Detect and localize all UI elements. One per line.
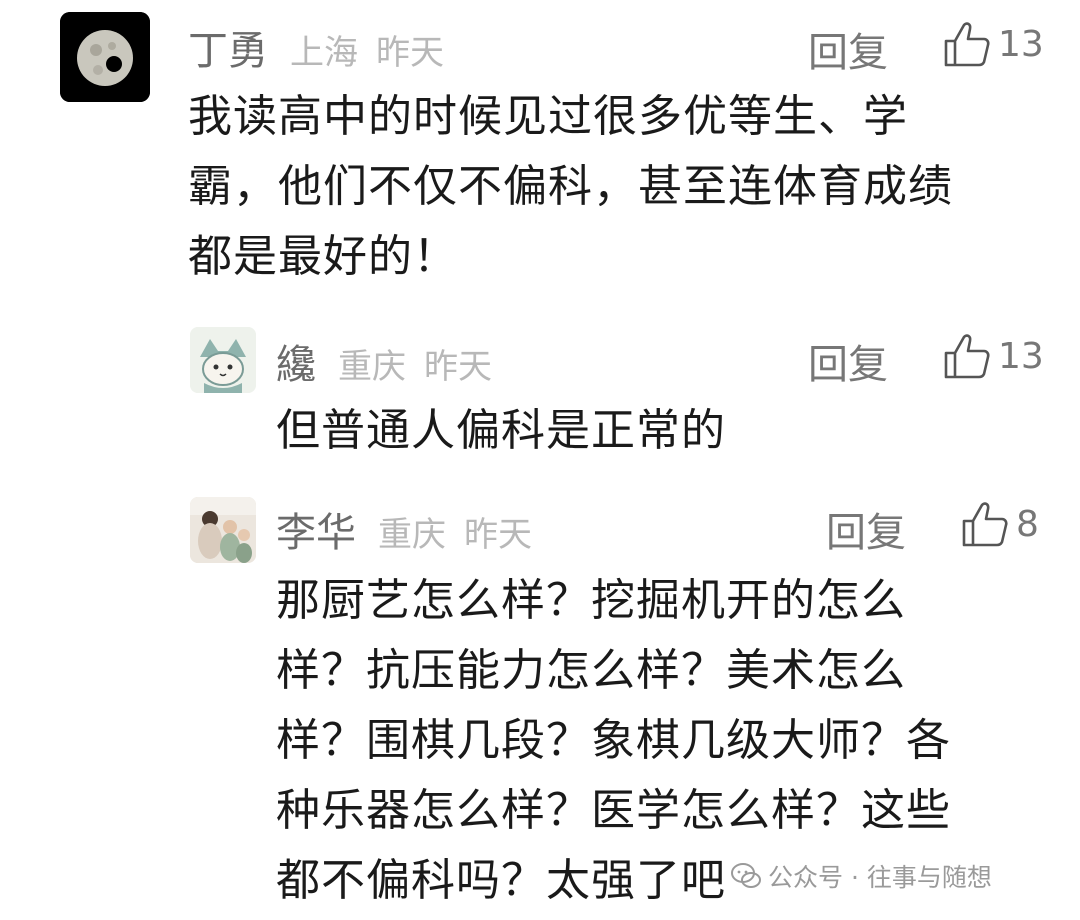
location-label: 重庆 [378,515,446,555]
thumbs-up-icon [944,22,990,67]
thumbs-up-icon [944,334,990,379]
content-line: 但普通人偏科是正常的 [276,405,726,456]
like-button[interactable]: 13 [942,326,1044,386]
time-label: 昨天 [424,347,492,387]
watermark-text: 公众号 · 往事与随想 [768,863,992,892]
comment-2-content: 但普通人偏科是正常的 [276,396,726,466]
avatar-lihua[interactable] [190,497,256,563]
location-label: 重庆 [338,347,406,387]
content-line: 样？抗压能力怎么样？美术怎么 [276,645,906,696]
thumbs-up-icon [962,502,1008,547]
author-name[interactable]: 李华 [276,500,356,558]
reply-button[interactable]: 回复 [808,20,888,78]
family-photo-avatar-icon [190,497,256,563]
author-name[interactable]: 丁勇 [188,18,268,76]
like-count: 13 [998,23,1044,65]
time-label: 昨天 [376,33,444,73]
location-label: 上海 [290,33,358,73]
content-line: 那厨艺怎么样？挖掘机开的怎么 [276,575,906,626]
reply-button[interactable]: 回复 [808,332,888,390]
reply-button[interactable]: 回复 [826,500,906,558]
comment-1-header: 丁勇 上海 昨天 [188,18,444,76]
comment-2-header: 纔 重庆 昨天 [276,332,492,390]
comment-1-content: 我读高中的时候见过很多优等生、学 霸，他们不仅不偏科，甚至连体育成绩 都是最好的… [188,82,953,292]
avatar-chan[interactable] [190,327,256,393]
like-button[interactable]: 8 [960,494,1039,554]
watermark: 公众号 · 往事与随想 [730,858,992,894]
avatar-dingyong[interactable] [60,12,150,102]
comment-3-header: 李华 重庆 昨天 [276,500,532,558]
author-name[interactable]: 纔 [276,332,316,390]
content-line: 种乐器怎么样？医学怎么样？这些 [276,785,951,836]
like-count: 13 [998,335,1044,377]
like-count: 8 [1016,503,1039,545]
cartoon-cat-avatar-icon [190,327,256,393]
content-line: 样？围棋几段？象棋几级大师？各 [276,715,951,766]
wechat-official-account-icon [731,863,761,888]
time-label: 昨天 [464,515,532,555]
moon-avatar-icon [60,12,150,102]
content-line: 霸，他们不仅不偏科，甚至连体育成绩 [188,161,953,212]
content-line: 都是最好的！ [188,231,458,282]
content-line: 我读高中的时候见过很多优等生、学 [188,91,908,142]
like-button[interactable]: 13 [942,14,1044,74]
